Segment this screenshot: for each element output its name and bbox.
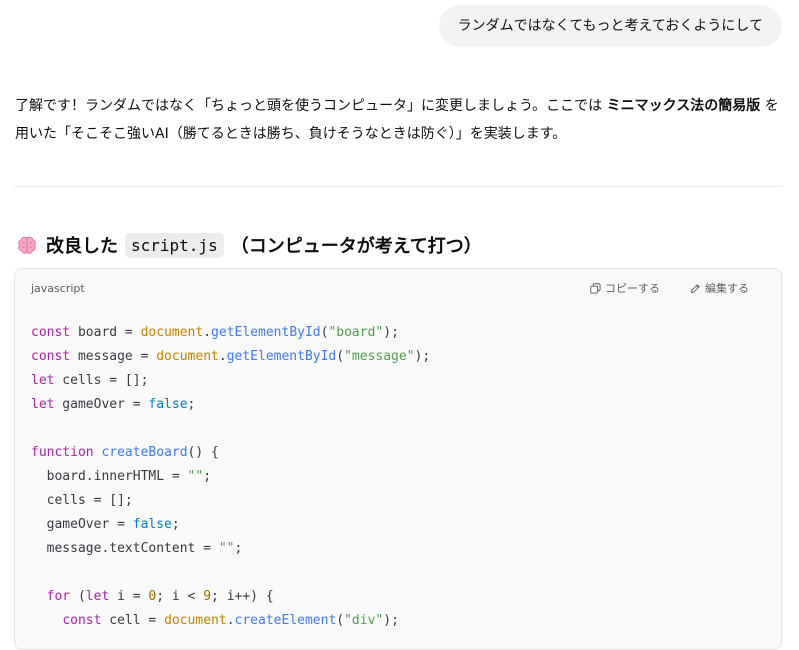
code-line: message.textContent = ""; [31,537,765,561]
answer-text-part1: 了解です！ランダムではなく「ちょっと頭を使うコンピュータ」に変更しましょう。ここ… [15,98,607,114]
code-token: ( [336,349,345,364]
heading-inline-code: script.js [125,232,224,258]
assistant-answer-paragraph: 了解です！ランダムではなく「ちょっと頭を使うコンピュータ」に変更しましょう。ここ… [15,92,783,148]
code-line: for (let i = 0; i < 9; i++) { [31,585,765,609]
code-token: false [132,517,172,532]
copy-label: コピーする [605,282,660,295]
code-token: "message" [344,349,415,364]
code-token: createElement [234,613,337,628]
answer-text-bold: ミニマックス法の簡易版 [606,98,761,114]
code-line: gameOver = false; [31,513,765,537]
code-token: 9 [203,589,212,604]
code-token: let [85,589,110,604]
code-token: ; [234,541,243,556]
code-token: "board" [328,325,384,340]
code-token: . [218,349,227,364]
code-token: let [31,397,55,412]
code-token: i = [109,589,149,604]
code-token: cell = [101,613,165,628]
code-line: const cell = document.createElement("div… [31,609,765,633]
edit-button[interactable]: 編集する [690,280,749,296]
code-token: ); [414,349,431,364]
code-token: "" [187,469,204,484]
brain-icon [18,236,36,254]
code-token: () { [187,445,219,460]
user-message-text: ランダムではなくてもっと考えておくようにして [457,18,763,34]
code-token: cells = []; [54,373,149,388]
code-line: const message = document.getElementById(… [31,345,765,369]
code-token: ; i < [156,589,204,604]
code-token: ); [383,325,399,340]
code-token: "div" [344,613,384,628]
code-token: getElementById [226,349,337,364]
code-token: gameOver = [54,397,149,412]
code-line: function createBoard() { [31,441,765,465]
section-heading: 改良した script.js （コンピュータが考えて打つ） [16,229,482,261]
code-token: ); [383,613,399,628]
copy-button[interactable]: コピーする [590,280,660,296]
code-actions: コピーする 編集する [590,269,749,307]
copy-icon [590,282,601,294]
code-token: . [203,325,212,340]
pencil-icon [690,283,700,293]
code-line: board.innerHTML = ""; [31,465,765,489]
code-block: javascript コピーする 編集する const board = docu… [14,268,782,650]
code-token: document [164,613,227,628]
code-token: gameOver = [31,517,133,532]
code-token: document [156,349,219,364]
code-line: cells = []; [31,489,765,513]
code-token: ; [187,397,196,412]
code-token: message = [70,349,157,364]
code-token: board = [70,325,141,340]
code-token: "" [218,541,235,556]
code-token: cells = []; [31,493,133,508]
code-token: for [46,589,71,604]
code-line: let gameOver = false; [31,393,765,417]
code-token: const [31,349,71,364]
code-token: ( [70,589,86,604]
code-token: getElementById [211,325,321,340]
code-content: const board = document.getElementById("b… [15,307,781,633]
code-token: . [226,613,235,628]
heading-prefix: 改良した [46,236,118,257]
edit-label: 編集する [705,282,749,295]
code-line: let cells = []; [31,369,765,393]
code-token: createBoard [101,445,188,460]
heading-suffix: （コンピュータが考えて打つ） [230,236,482,257]
code-block-header: javascript コピーする 編集する [15,269,781,307]
section-divider [14,186,782,187]
code-token: message.textContent = [31,541,219,556]
code-token: ( [336,613,345,628]
code-token: document [140,325,204,340]
code-line: const board = document.getElementById("b… [31,321,765,345]
code-token: board.innerHTML = [31,469,188,484]
code-language-label: javascript [31,281,85,295]
code-token: ; i++) { [211,589,274,604]
code-token: ; [203,469,212,484]
code-token: const [31,325,71,340]
code-token: ; [171,517,180,532]
user-message-bubble: ランダムではなくてもっと考えておくようにして [438,5,782,47]
code-token: const [62,613,102,628]
code-token: function [31,445,94,460]
code-token: false [148,397,188,412]
code-token: let [31,373,55,388]
